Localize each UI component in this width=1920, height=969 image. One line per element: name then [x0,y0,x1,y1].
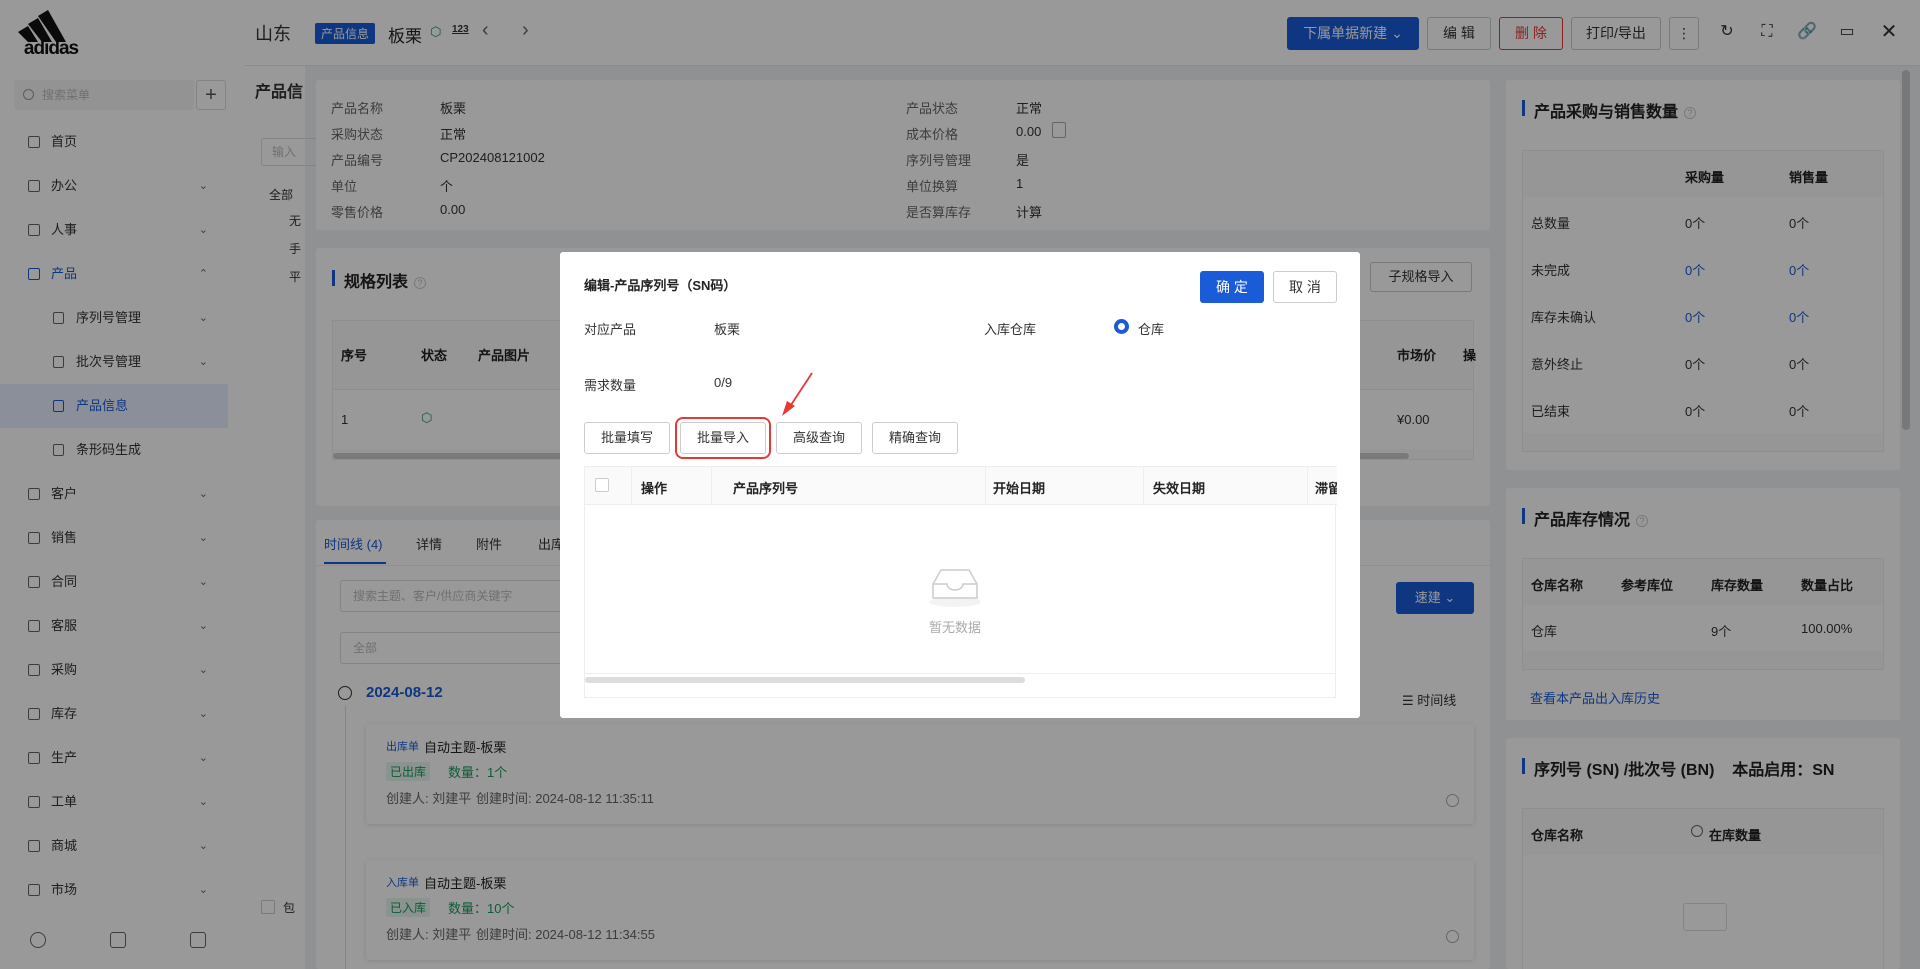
qty-label: 需求数量 [584,378,637,393]
modal-title: 编辑-产品序列号（SN码） [584,278,737,293]
app-root: adidas 搜索菜单 + 首页 办公 ⌄ 人事 ⌄ 产品 ⌃ 序列号管理 ⌄ 批次号管… [0,0,1920,969]
modal-horizontal-scrollbar[interactable] [585,677,1025,683]
select-all-checkbox[interactable] [595,478,609,492]
empty-state-text: 暂无数据 [928,620,981,635]
col-divider [1307,467,1308,505]
serial-table: 操作 产品序列号 开始日期 失效日期 滞留 暂无数据 [584,466,1337,698]
table-header: 操作 产品序列号 开始日期 失效日期 滞留 [585,467,1337,505]
col-header: 滞留 [1315,481,1337,496]
batch-import-button[interactable]: 批量导入 [675,417,771,459]
col-divider [631,467,632,505]
warehouse-label: 入库仓库 [984,322,1037,337]
batch-fill-button[interactable]: 批量填写 [584,422,670,454]
col-header: 操作 [641,481,668,496]
cancel-button[interactable]: 取 消 [1273,271,1337,303]
empty-inbox-icon [915,562,995,611]
table-footer-line [585,673,1335,674]
warehouse-value: 仓库 [1138,322,1165,337]
product-label: 对应产品 [584,322,637,337]
product-value: 板栗 [714,322,741,337]
col-header: 开始日期 [993,481,1046,496]
qty-value: 0/9 [714,375,733,390]
col-header: 产品序列号 [733,481,799,496]
col-divider [1143,467,1144,505]
warehouse-radio[interactable] [1114,319,1129,334]
annotation-arrow-icon [782,372,813,416]
exact-query-button[interactable]: 精确查询 [872,422,958,454]
col-divider [985,467,986,505]
advanced-query-button[interactable]: 高级查询 [776,422,862,454]
col-divider [711,467,712,505]
col-header: 失效日期 [1153,481,1206,496]
edit-serial-modal: 编辑-产品序列号（SN码） 确 定 取 消 对应产品 板栗 入库仓库 仓库 需求… [560,252,1360,718]
confirm-button[interactable]: 确 定 [1200,271,1264,303]
